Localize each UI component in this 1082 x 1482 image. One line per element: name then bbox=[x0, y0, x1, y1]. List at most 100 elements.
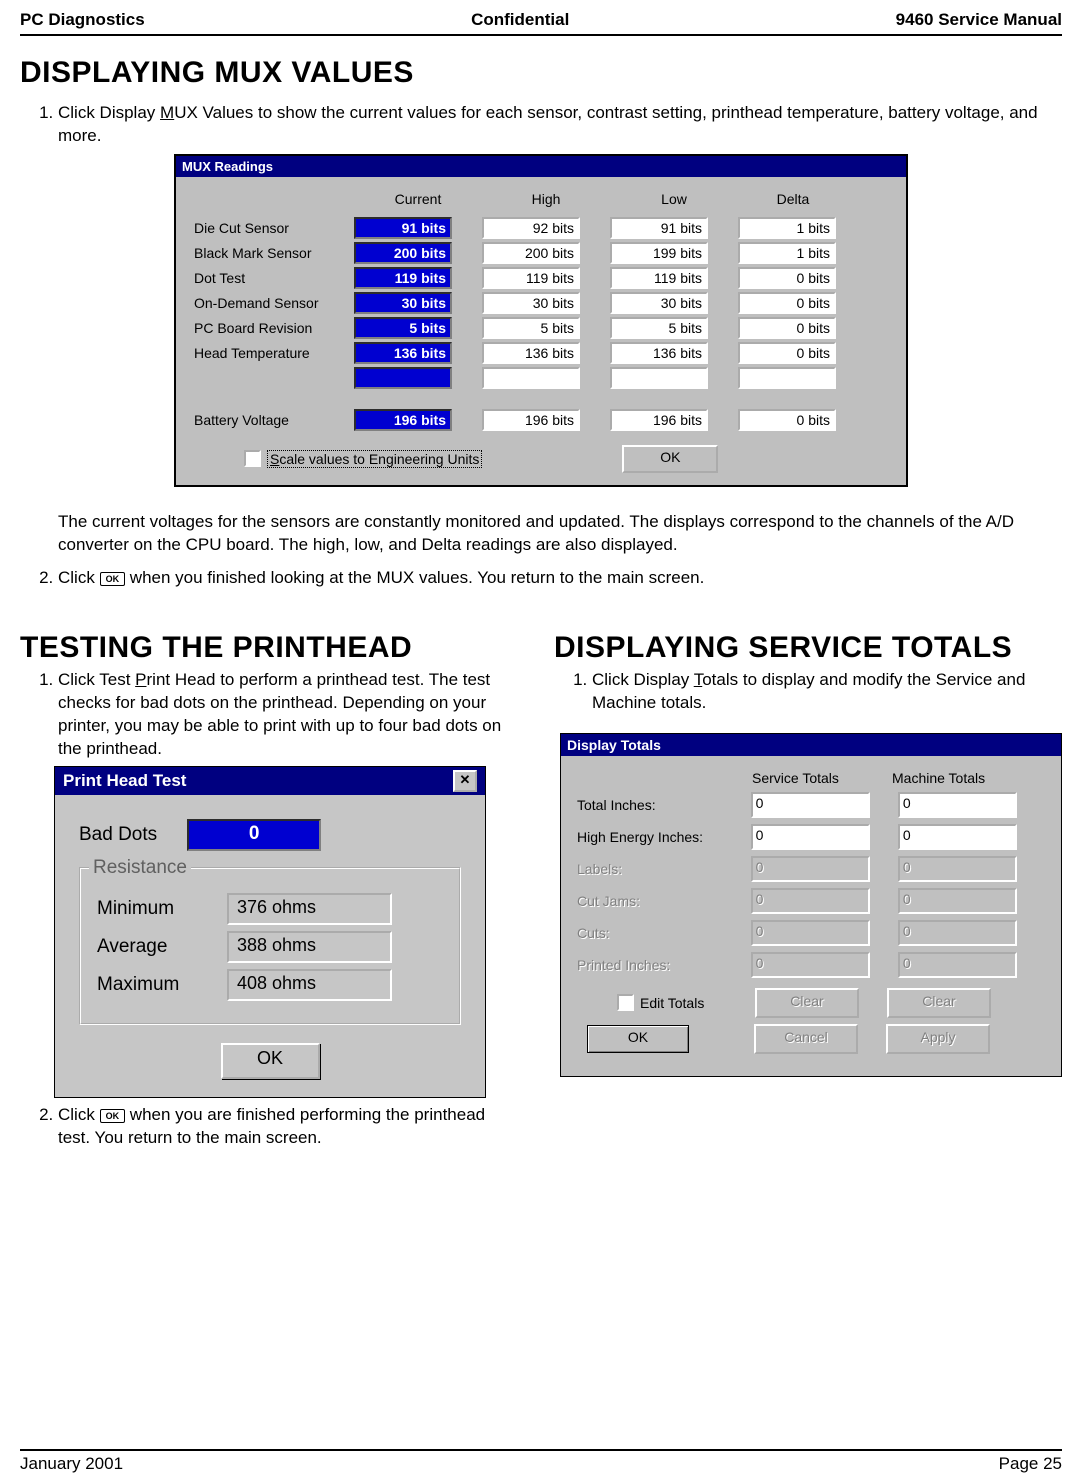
mux-delta: 0 bits bbox=[738, 409, 836, 431]
dt-apply-button: Apply bbox=[886, 1024, 990, 1054]
mux-label: Head Temperature bbox=[194, 345, 354, 361]
mux-low: 30 bits bbox=[610, 292, 708, 314]
mux-low bbox=[610, 367, 708, 389]
col-delta: Delta bbox=[738, 191, 848, 207]
clear-machine-button: Clear bbox=[887, 988, 991, 1018]
mux-current: 119 bits bbox=[354, 267, 452, 289]
display-totals-window: Display Totals Service TotalsMachine Tot… bbox=[560, 733, 1062, 1077]
mux-low: 5 bits bbox=[610, 317, 708, 339]
mux-low: 199 bits bbox=[610, 242, 708, 264]
scale-label: Scale values to Engineering Units bbox=[267, 450, 482, 468]
mux-high: 200 bits bbox=[482, 242, 580, 264]
mux-delta bbox=[738, 367, 836, 389]
mux-current: 91 bits bbox=[354, 217, 452, 239]
mux-current: 30 bits bbox=[354, 292, 452, 314]
mux-low: 136 bits bbox=[610, 342, 708, 364]
min-value: 376 ohms bbox=[227, 893, 392, 925]
col-machine: Machine Totals bbox=[892, 770, 1032, 786]
ok-inline-icon: OK bbox=[100, 572, 126, 586]
edit-totals-checkbox[interactable] bbox=[617, 994, 634, 1011]
mux-label: Dot Test bbox=[194, 270, 354, 286]
mux-label: On-Demand Sensor bbox=[194, 295, 354, 311]
dt-machine-input[interactable]: 0 bbox=[898, 824, 1017, 850]
bad-dots-value: 0 bbox=[187, 819, 321, 851]
mux-label: Battery Voltage bbox=[194, 412, 354, 428]
dt-machine-input: 0 bbox=[898, 856, 1017, 882]
clear-service-button: Clear bbox=[755, 988, 859, 1018]
col-service: Service Totals bbox=[752, 770, 892, 786]
header-left: PC Diagnostics bbox=[20, 10, 145, 30]
edit-totals-label: Edit Totals bbox=[640, 995, 755, 1011]
header-center: Confidential bbox=[471, 10, 569, 30]
footer-left: January 2001 bbox=[20, 1454, 123, 1474]
mux-delta: 0 bits bbox=[738, 317, 836, 339]
max-label: Maximum bbox=[97, 974, 227, 996]
dt-label: High Energy Inches: bbox=[577, 829, 751, 845]
dt-label: Printed Inches: bbox=[577, 957, 751, 973]
dt-label: Total Inches: bbox=[577, 797, 751, 813]
dt-machine-input: 0 bbox=[898, 888, 1017, 914]
dt-service-input[interactable]: 0 bbox=[751, 792, 870, 818]
col-high: High bbox=[482, 191, 610, 207]
mux-label: Die Cut Sensor bbox=[194, 220, 354, 236]
heading-mux: DISPLAYING MUX VALUES bbox=[20, 56, 1062, 90]
mux-current: 196 bits bbox=[354, 409, 452, 431]
dt-cancel-button: Cancel bbox=[754, 1024, 858, 1054]
mux-delta: 1 bits bbox=[738, 242, 836, 264]
pht-step-2: Click OK when you are finished performin… bbox=[58, 1104, 519, 1150]
print-head-test-window: Print Head Test ✕ Bad Dots 0 Resistance … bbox=[54, 766, 486, 1098]
dt-label: Labels: bbox=[577, 861, 751, 877]
dt-machine-input: 0 bbox=[898, 920, 1017, 946]
header-right: 9460 Service Manual bbox=[896, 10, 1062, 30]
avg-label: Average bbox=[97, 936, 227, 958]
mux-delta: 0 bits bbox=[738, 342, 836, 364]
mux-readings-window: MUX Readings Current High Low Delta Die … bbox=[174, 154, 908, 487]
avg-value: 388 ohms bbox=[227, 931, 392, 963]
mux-high: 92 bits bbox=[482, 217, 580, 239]
mux-high: 30 bits bbox=[482, 292, 580, 314]
mux-high: 119 bits bbox=[482, 267, 580, 289]
dt-service-input: 0 bbox=[751, 888, 870, 914]
heading-printhead: TESTING THE PRINTHEAD bbox=[20, 631, 519, 665]
mux-current: 5 bits bbox=[354, 317, 452, 339]
footer-right: Page 25 bbox=[999, 1454, 1062, 1474]
mux-low: 119 bits bbox=[610, 267, 708, 289]
dt-label: Cut Jams: bbox=[577, 893, 751, 909]
ok-inline-icon: OK bbox=[100, 1109, 126, 1123]
dt-service-input: 0 bbox=[751, 856, 870, 882]
mux-current: 200 bits bbox=[354, 242, 452, 264]
totals-step-1: Click Display Totals to display and modi… bbox=[592, 669, 1062, 715]
dt-title: Display Totals bbox=[561, 734, 1061, 756]
mux-high: 196 bits bbox=[482, 409, 580, 431]
dt-service-input[interactable]: 0 bbox=[751, 824, 870, 850]
mux-high bbox=[482, 367, 580, 389]
mux-current bbox=[354, 367, 452, 389]
mux-delta: 1 bits bbox=[738, 217, 836, 239]
dt-ok-button[interactable]: OK bbox=[587, 1025, 689, 1053]
mux-step-1: Click Display MUX Values to show the cur… bbox=[58, 102, 1062, 148]
mux-ok-button[interactable]: OK bbox=[622, 445, 718, 473]
mux-current: 136 bits bbox=[354, 342, 452, 364]
pht-step-1: Click Test Print Head to perform a print… bbox=[58, 669, 519, 761]
col-low: Low bbox=[610, 191, 738, 207]
mux-note: The current voltages for the sensors are… bbox=[58, 511, 1062, 557]
mux-label: Black Mark Sensor bbox=[194, 245, 354, 261]
min-label: Minimum bbox=[97, 898, 227, 920]
mux-titlebar: MUX Readings bbox=[176, 156, 906, 177]
pht-ok-button[interactable]: OK bbox=[221, 1043, 320, 1079]
dt-label: Cuts: bbox=[577, 925, 751, 941]
dt-service-input: 0 bbox=[751, 952, 870, 978]
dt-machine-input[interactable]: 0 bbox=[898, 792, 1017, 818]
resistance-legend: Resistance bbox=[89, 857, 191, 879]
dt-service-input: 0 bbox=[751, 920, 870, 946]
col-current: Current bbox=[354, 191, 482, 207]
resistance-group: Resistance Minimum376 ohms Average388 oh… bbox=[79, 867, 461, 1025]
heading-totals: DISPLAYING SERVICE TOTALS bbox=[554, 631, 1062, 665]
mux-delta: 0 bits bbox=[738, 292, 836, 314]
mux-label: PC Board Revision bbox=[194, 320, 354, 336]
mux-low: 196 bits bbox=[610, 409, 708, 431]
close-icon[interactable]: ✕ bbox=[453, 770, 477, 792]
scale-checkbox[interactable] bbox=[244, 450, 261, 467]
dt-machine-input: 0 bbox=[898, 952, 1017, 978]
mux-high: 136 bits bbox=[482, 342, 580, 364]
